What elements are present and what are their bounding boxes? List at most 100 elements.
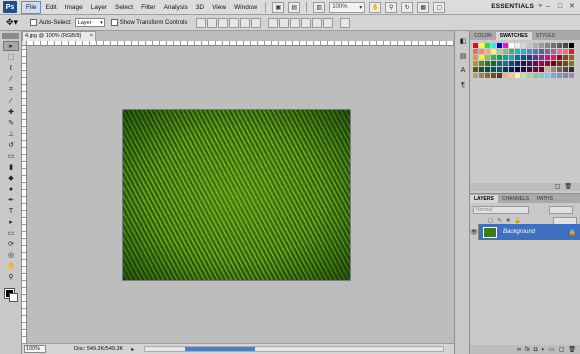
swatch-cell[interactable] [485, 43, 490, 48]
swatch-cell[interactable] [497, 61, 502, 66]
new-group-icon[interactable]: ▭ [549, 346, 555, 353]
tab-channels[interactable]: CHANNELS [498, 195, 533, 203]
menu-image[interactable]: Image [61, 0, 87, 15]
swatch-cell[interactable] [533, 55, 538, 60]
tools-panel-header[interactable] [2, 33, 19, 39]
swatch-cell[interactable] [491, 61, 496, 66]
swatch-cell[interactable] [533, 43, 538, 48]
swatch-cell[interactable] [521, 43, 526, 48]
swatch-cell[interactable] [563, 55, 568, 60]
swatch-cell[interactable] [563, 73, 568, 78]
swatch-cell[interactable] [533, 67, 538, 72]
swatch-cell[interactable] [503, 49, 508, 54]
swatch-cell[interactable] [569, 49, 574, 54]
swatch-cell[interactable] [557, 55, 562, 60]
swatch-cell[interactable] [563, 43, 568, 48]
adjustment-layer-icon[interactable]: ◐ [541, 347, 545, 353]
tab-color[interactable]: COLOR [470, 32, 496, 40]
swatch-cell[interactable] [485, 55, 490, 60]
swatch-cell[interactable] [527, 61, 532, 66]
align-vcenter-icon[interactable] [207, 17, 218, 28]
shape-tool-icon[interactable]: ▭ [3, 228, 19, 238]
tab-paths[interactable]: PATHS [533, 195, 557, 203]
eraser-tool-icon[interactable]: ▭ [3, 151, 19, 161]
auto-select-checkbox[interactable] [30, 19, 37, 26]
swatch-cell[interactable] [515, 61, 520, 66]
link-layers-icon[interactable]: ∞ [517, 347, 521, 353]
swatch-cell[interactable] [515, 43, 520, 48]
swatch-cell[interactable] [527, 55, 532, 60]
background-color-swatch[interactable] [9, 293, 18, 302]
layer-mask-icon[interactable]: ◘ [534, 347, 538, 353]
swatch-cell[interactable] [509, 67, 514, 72]
swatch-cell[interactable] [569, 55, 574, 60]
distribute-top-icon[interactable] [268, 17, 279, 28]
menu-view[interactable]: View [208, 0, 230, 15]
swatch-cell[interactable] [479, 73, 484, 78]
swatch-cell[interactable] [551, 55, 556, 60]
pen-tool-icon[interactable]: ✒ [3, 195, 19, 205]
menu-analysis[interactable]: Analysis [160, 0, 192, 15]
move-tool-icon[interactable]: ▸ [3, 41, 19, 51]
delete-swatch-icon[interactable]: 🗑 [564, 183, 572, 191]
lasso-tool-icon[interactable]: ℓ [3, 63, 19, 73]
swatch-cell[interactable] [509, 73, 514, 78]
swatch-cell[interactable] [527, 43, 532, 48]
move-tool-preset-icon[interactable]: ✥▾ [6, 17, 24, 29]
blur-tool-icon[interactable]: ◆ [3, 173, 19, 183]
swatch-cell[interactable] [503, 61, 508, 66]
swatch-cell[interactable] [473, 73, 478, 78]
layer-row-background[interactable]: 👁 Background 🔒 [470, 224, 580, 240]
auto-select-dropdown[interactable]: Layer [74, 18, 105, 27]
swatch-cell[interactable] [545, 67, 550, 72]
3d-rotate-tool-icon[interactable]: ⟳ [3, 239, 19, 249]
swatch-cell[interactable] [539, 61, 544, 66]
swatch-cell[interactable] [533, 49, 538, 54]
character-panel-icon[interactable]: A [457, 65, 469, 76]
swatch-cell[interactable] [527, 67, 532, 72]
bridge-icon[interactable]: ▣ [272, 1, 285, 13]
swatch-cell[interactable] [551, 43, 556, 48]
document-tab[interactable]: 4.jpg @ 100% (RGB/8) × [22, 31, 96, 41]
zoom-level-select[interactable]: 100% ▾ [329, 1, 366, 13]
swatch-cell[interactable] [527, 49, 532, 54]
arrange-documents-icon[interactable]: ▦ [417, 1, 430, 13]
align-top-icon[interactable] [196, 17, 207, 28]
swatch-cell[interactable] [503, 55, 508, 60]
distribute-bottom-icon[interactable] [290, 17, 301, 28]
swatch-cell[interactable] [491, 49, 496, 54]
swatch-cell[interactable] [521, 67, 526, 72]
quick-select-tool-icon[interactable]: ⁄ [3, 74, 19, 84]
zoom-icon[interactable]: ⚲ [385, 1, 398, 13]
swatch-cell[interactable] [533, 73, 538, 78]
swatch-cell[interactable] [497, 49, 502, 54]
swatch-cell[interactable] [533, 61, 538, 66]
swatch-cell[interactable] [569, 43, 574, 48]
rotate-view-icon[interactable]: ↻ [401, 1, 414, 13]
swatch-cell[interactable] [473, 55, 478, 60]
new-swatch-icon[interactable]: ▢ [555, 183, 561, 191]
opacity-field[interactable] [549, 206, 573, 214]
swatch-cell[interactable] [485, 61, 490, 66]
swatch-cell[interactable] [485, 73, 490, 78]
tab-styles[interactable]: STYLES [532, 32, 559, 40]
tab-swatches[interactable]: SWATCHES [495, 32, 532, 40]
dodge-tool-icon[interactable]: ● [3, 184, 19, 194]
swatch-cell[interactable] [473, 61, 478, 66]
history-brush-tool-icon[interactable]: ↺ [3, 140, 19, 150]
new-layer-icon[interactable]: ▢ [559, 346, 565, 353]
menu-layer[interactable]: Layer [87, 0, 111, 15]
scrollbar-thumb[interactable] [185, 347, 256, 351]
view-extras-icon[interactable]: ▥ [313, 1, 326, 13]
actions-panel-icon[interactable]: ▤ [457, 50, 469, 61]
swatch-cell[interactable] [563, 67, 568, 72]
menu-select[interactable]: Select [111, 0, 137, 15]
status-menu-arrow-icon[interactable]: ▸ [131, 346, 134, 353]
swatch-cell[interactable] [515, 55, 520, 60]
align-right-icon[interactable] [251, 17, 262, 28]
layer-style-icon[interactable]: fx [525, 347, 530, 353]
swatch-cell[interactable] [545, 43, 550, 48]
hand-icon[interactable]: ✋ [369, 1, 382, 13]
horizontal-scrollbar[interactable] [144, 346, 445, 352]
swatch-cell[interactable] [521, 61, 526, 66]
